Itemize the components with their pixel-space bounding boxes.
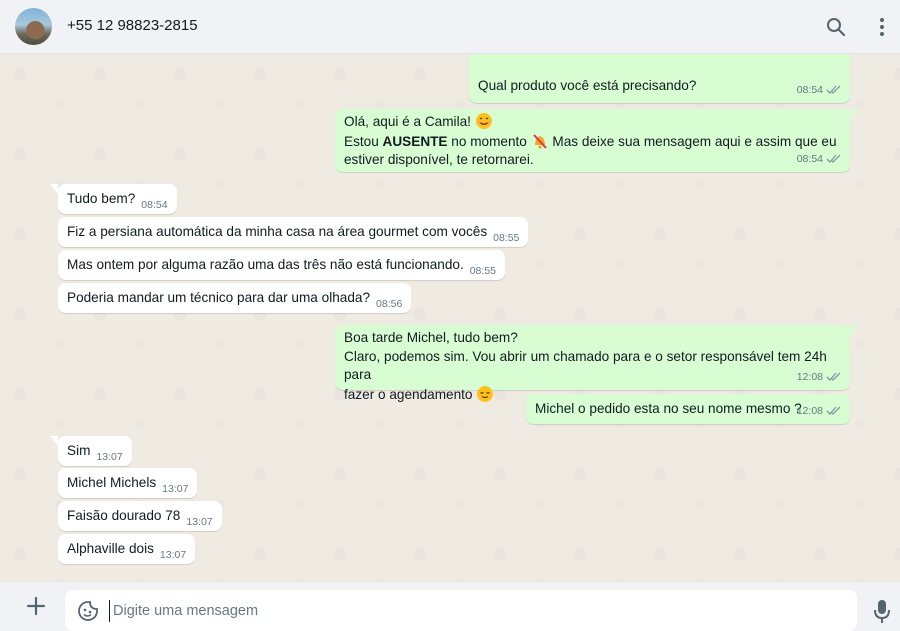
message-text: Sim: [67, 443, 91, 458]
message-incoming[interactable]: Alphaville dois 13:07: [58, 534, 196, 564]
read-ticks-icon: [826, 372, 841, 382]
message-time: 08:56: [376, 298, 403, 310]
search-button[interactable]: [822, 13, 850, 41]
message-text: Michel o pedido esta no seu nome mesmo ?: [535, 401, 802, 416]
message-text: Faisão dourado 78: [67, 508, 181, 523]
message-text: Michel Michels: [67, 475, 157, 490]
message-meta: 08:54: [797, 150, 842, 169]
no-bell-icon: [532, 133, 547, 149]
message-input[interactable]: [109, 600, 839, 622]
composer-bar: [0, 582, 900, 631]
message-incoming[interactable]: Sim 13:07: [50, 436, 132, 466]
plus-icon: [26, 596, 46, 616]
message-time: 13:07: [159, 549, 187, 561]
message-text: Estou: [344, 133, 383, 149]
message-incoming[interactable]: Tudo bem? 08:54: [50, 184, 177, 214]
message-text: estiver disponível, te retornarei.: [344, 152, 534, 167]
contact-name[interactable]: +55 12 98823-2815: [67, 17, 198, 34]
search-icon: [827, 18, 846, 37]
message-list[interactable]: Qual produto você está precisando? 08:54…: [0, 54, 900, 582]
message-text: fazer o agendamento: [344, 386, 473, 402]
message-outgoing[interactable]: Boa tarde Michel, tudo bem? Claro, podem…: [335, 325, 858, 402]
message-incoming[interactable]: Fiz a persiana automática da minha casa …: [58, 217, 529, 247]
contact-avatar[interactable]: [15, 8, 52, 45]
message-input-box: [65, 590, 857, 631]
message-text: Boa tarde Michel, tudo bem?: [344, 330, 518, 345]
message-incoming[interactable]: Faisão dourado 78 13:07: [58, 501, 222, 531]
message-time: 13:07: [186, 516, 213, 528]
message-text: Fiz a persiana automática da minha casa …: [67, 224, 488, 239]
more-vertical-icon: [880, 18, 884, 36]
message-outgoing[interactable]: Qual produto você está precisando? 08:54: [469, 54, 850, 103]
message-incoming[interactable]: Mas ontem por alguma razão uma das três …: [58, 250, 505, 280]
message-time: 13:07: [162, 483, 189, 495]
message-incoming[interactable]: Michel Michels 13:07: [58, 468, 198, 498]
message-meta: 12:08: [797, 368, 842, 387]
microphone-icon[interactable]: [872, 599, 892, 625]
message-outgoing[interactable]: Olá, aqui é a Camila! Estou AUSENTE no m…: [335, 109, 858, 172]
message-time: 12:08: [796, 404, 823, 417]
message-text: Alphaville dois: [67, 541, 154, 556]
message-text: Claro, podemos sim. Vou abrir um chamado…: [344, 348, 827, 383]
smiling-face-icon: [475, 113, 492, 129]
message-outgoing[interactable]: Michel o pedido esta no seu nome mesmo ?…: [526, 394, 850, 424]
message-time: 12:08: [796, 370, 823, 383]
chat-header: +55 12 98823-2815: [0, 0, 900, 54]
message-meta: 08:54: [797, 81, 842, 100]
message-text: Mas ontem por alguma razão uma das três …: [67, 257, 464, 272]
message-text: Mas deixe sua mensagem aqui e assim que …: [548, 133, 837, 149]
message-meta: 12:08: [797, 402, 842, 421]
message-text: Qual produto você está precisando?: [478, 78, 697, 93]
message-time: 08:54: [796, 83, 823, 96]
message-time: 08:54: [796, 152, 823, 165]
relieved-face-icon: [477, 385, 494, 402]
message-bold-text: AUSENTE: [382, 133, 448, 149]
message-time: 08:55: [469, 265, 496, 277]
message-text: no momento: [447, 133, 527, 149]
message-time: 08:54: [141, 199, 168, 211]
menu-button[interactable]: [868, 13, 896, 41]
message-text: Tudo bem?: [67, 191, 136, 206]
message-time: 13:07: [96, 451, 123, 463]
read-ticks-icon: [826, 85, 841, 95]
message-text: Olá, aqui é a Camila!: [344, 114, 471, 129]
message-incoming[interactable]: Poderia mandar um técnico para dar uma o…: [58, 283, 412, 313]
read-ticks-icon: [826, 406, 841, 416]
message-text: Poderia mandar um técnico para dar uma o…: [67, 290, 371, 305]
sticker-icon[interactable]: [77, 600, 99, 622]
message-time: 08:55: [493, 232, 520, 244]
read-ticks-icon: [826, 154, 841, 164]
attach-button[interactable]: [24, 594, 48, 618]
